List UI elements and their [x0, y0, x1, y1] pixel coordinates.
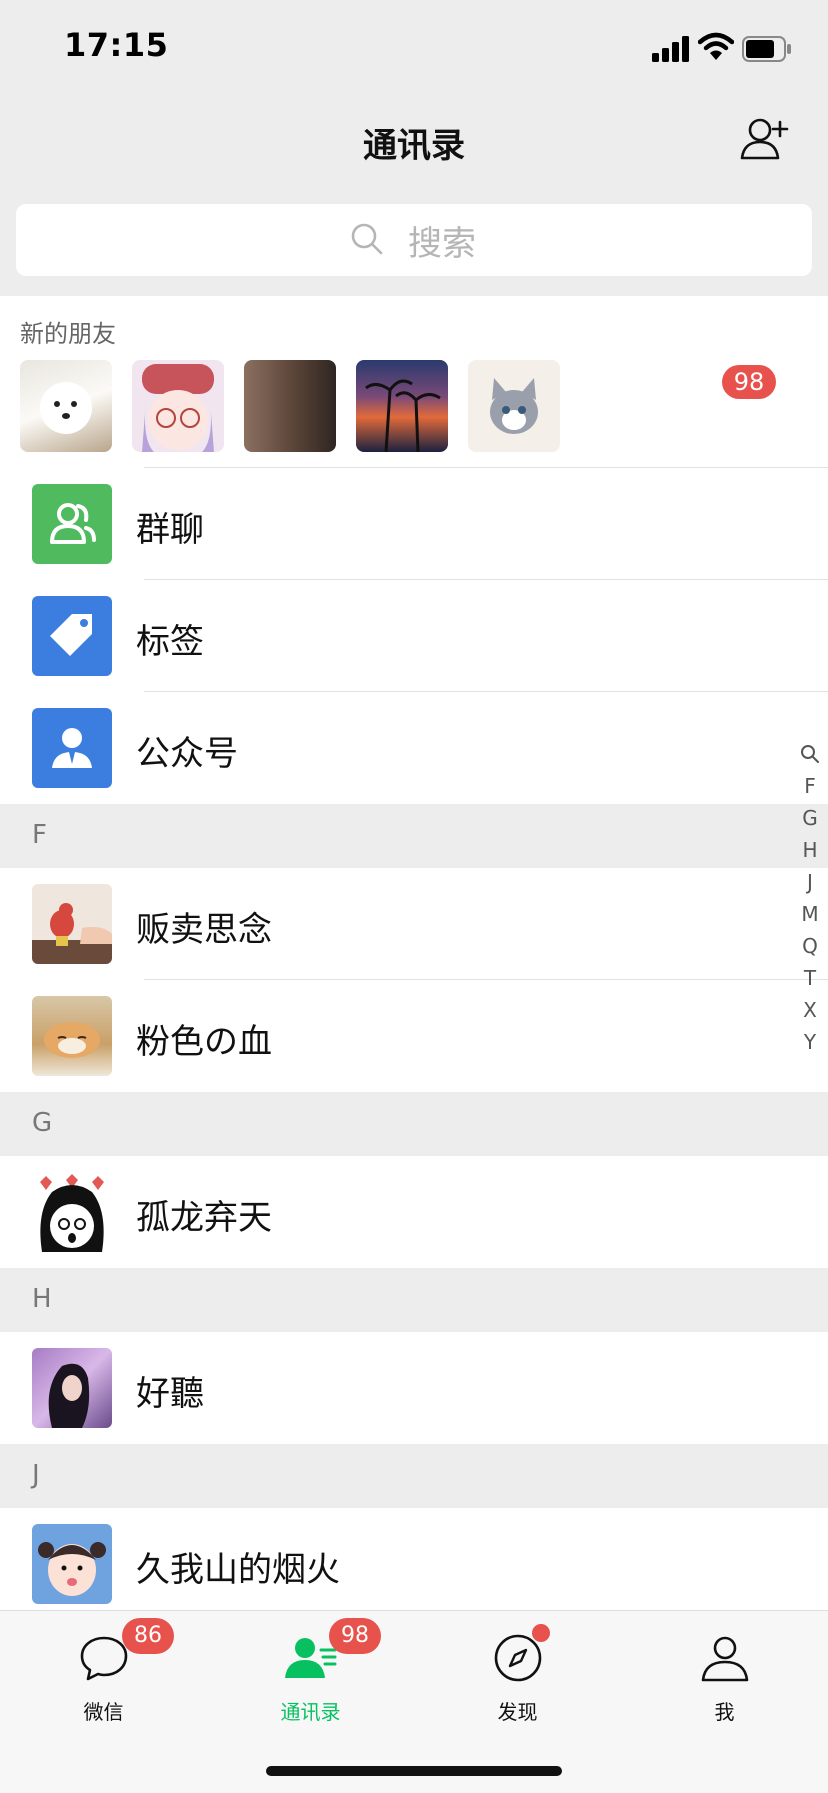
- contact-row[interactable]: 好聽: [0, 1332, 828, 1444]
- notification-dot: [532, 1624, 550, 1642]
- section-letter: F: [32, 820, 47, 850]
- index-letter[interactable]: T: [796, 962, 824, 994]
- section-letter: J: [32, 1460, 40, 1490]
- menu-label: 群聊: [136, 510, 204, 550]
- contact-avatar: [32, 1524, 112, 1604]
- index-letter[interactable]: G: [796, 802, 824, 834]
- section-header: F: [0, 804, 828, 868]
- contact-avatar: [32, 1348, 112, 1428]
- section-letter: G: [32, 1108, 53, 1138]
- new-friends-label: 新的朋友: [20, 320, 116, 348]
- profile-icon: [701, 1636, 749, 1682]
- tab-chats[interactable]: 86 微信: [0, 1618, 207, 1734]
- section-header: H: [0, 1268, 828, 1332]
- cellular-signal-icon: [652, 36, 689, 62]
- contact-avatar: [32, 884, 112, 964]
- index-letter[interactable]: X: [796, 994, 824, 1026]
- new-friends-badge: 98: [722, 365, 776, 399]
- search-placeholder: 搜索: [408, 224, 476, 264]
- alphabet-index[interactable]: F G H J M Q T X Y: [796, 740, 824, 1058]
- add-contact-icon[interactable]: [740, 116, 790, 162]
- section-header: G: [0, 1092, 828, 1156]
- index-letter[interactable]: Q: [796, 930, 824, 962]
- tab-label: 我: [714, 1700, 735, 1724]
- official-account-icon: [32, 708, 112, 788]
- section-letter: H: [32, 1284, 52, 1314]
- search-icon: [351, 223, 383, 255]
- group-chat-icon: [32, 484, 112, 564]
- index-letter[interactable]: F: [796, 770, 824, 802]
- contact-name: 孤龙弃天: [136, 1198, 272, 1238]
- tab-label: 微信: [83, 1700, 124, 1724]
- contact-name: 久我山的烟火: [136, 1550, 340, 1590]
- menu-label: 标签: [136, 622, 204, 662]
- contact-row[interactable]: 粉色の血: [0, 980, 828, 1092]
- battery-icon: [742, 36, 791, 62]
- menu-group-chat[interactable]: 群聊: [0, 468, 828, 580]
- index-letter[interactable]: J: [796, 866, 824, 898]
- section-header: J: [0, 1444, 828, 1508]
- index-search-icon[interactable]: [800, 744, 820, 764]
- tab-label: 发现: [497, 1700, 538, 1724]
- status-time: 17:15: [64, 26, 169, 64]
- new-friend-avatar[interactable]: [244, 360, 336, 452]
- new-friend-avatar[interactable]: [468, 360, 560, 452]
- contact-name: 好聽: [136, 1374, 204, 1414]
- menu-official-accounts[interactable]: 公众号: [0, 692, 828, 804]
- index-letter[interactable]: H: [796, 834, 824, 866]
- contact-row[interactable]: 久我山的烟火: [0, 1508, 828, 1620]
- tab-discover[interactable]: 发现: [414, 1624, 621, 1734]
- tab-badge: 98: [329, 1618, 381, 1654]
- wifi-icon: [698, 32, 734, 60]
- tab-contacts[interactable]: 98 通讯录: [207, 1618, 414, 1734]
- new-friend-avatar[interactable]: [20, 360, 112, 452]
- contact-name: 粉色の血: [136, 1022, 272, 1062]
- tab-label: 通讯录: [280, 1700, 341, 1724]
- contact-avatar: [32, 1172, 112, 1252]
- tag-icon: [32, 596, 112, 676]
- contact-avatar: [32, 996, 112, 1076]
- new-friend-avatar[interactable]: [356, 360, 448, 452]
- home-indicator[interactable]: [266, 1766, 562, 1776]
- menu-tags[interactable]: 标签: [0, 580, 828, 692]
- index-letter[interactable]: M: [796, 898, 824, 930]
- menu-label: 公众号: [136, 734, 238, 774]
- contact-name: 贩卖思念: [136, 910, 272, 950]
- contact-row[interactable]: 孤龙弃天: [0, 1156, 828, 1268]
- page-title: 通讯录: [363, 126, 465, 166]
- tab-me[interactable]: 我: [621, 1624, 828, 1734]
- contact-row[interactable]: 贩卖思念: [0, 868, 828, 980]
- new-friend-avatar[interactable]: [132, 360, 224, 452]
- tab-badge: 86: [122, 1618, 174, 1654]
- index-letter[interactable]: Y: [796, 1026, 824, 1058]
